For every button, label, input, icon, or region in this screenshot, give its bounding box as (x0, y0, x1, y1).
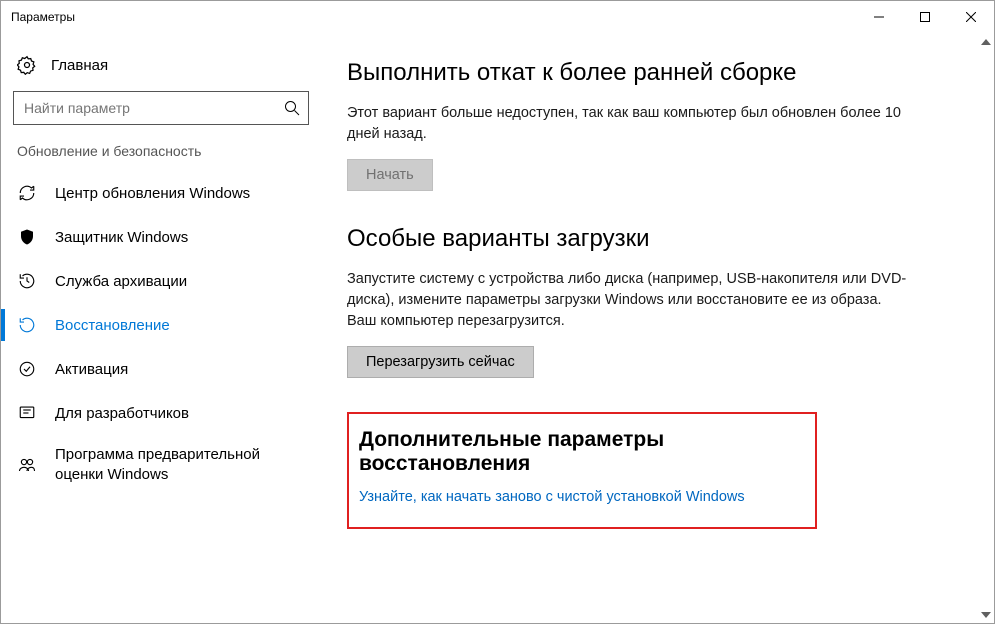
fresh-start-link[interactable]: Узнайте, как начать заново с чистой уста… (359, 489, 745, 505)
update-icon (17, 183, 37, 203)
section-rollback: Выполнить откат к более ранней сборке Эт… (347, 59, 907, 191)
nav-activation[interactable]: Активация (1, 347, 321, 391)
scroll-up-arrow-icon[interactable] (977, 33, 994, 50)
maximize-icon (920, 12, 930, 22)
activation-icon (17, 359, 37, 379)
content-area: Главная Обновление и безопасность Центр … (1, 33, 994, 623)
section-heading: Дополнительные параметры восстановления (359, 428, 805, 476)
nav-label: Защитник Windows (55, 229, 188, 246)
scroll-track[interactable] (977, 50, 994, 606)
sidebar: Главная Обновление и безопасность Центр … (1, 33, 321, 623)
nav-label: Программа предварительной оценки Windows (55, 445, 309, 484)
minimize-button[interactable] (856, 1, 902, 33)
nav-label: Восстановление (55, 317, 170, 334)
backup-icon (17, 271, 37, 291)
nav-group-header: Обновление и безопасность (1, 143, 321, 171)
nav-developers[interactable]: Для разработчиков (1, 391, 321, 435)
section-advanced-startup: Особые варианты загрузки Запустите систе… (347, 225, 907, 378)
insider-icon (17, 455, 37, 475)
search-icon (282, 98, 302, 118)
search-input[interactable] (24, 100, 282, 116)
start-rollback-button: Начать (347, 159, 433, 191)
nav-label: Для разработчиков (55, 405, 189, 422)
nav-backup[interactable]: Служба архивации (1, 259, 321, 303)
nav-windows-update[interactable]: Центр обновления Windows (1, 171, 321, 215)
maximize-button[interactable] (902, 1, 948, 33)
section-more-recovery: Дополнительные параметры восстановления … (347, 412, 817, 529)
recovery-icon (17, 315, 37, 335)
nav-defender[interactable]: Защитник Windows (1, 215, 321, 259)
gear-icon (17, 55, 37, 75)
section-heading: Особые варианты загрузки (347, 225, 907, 253)
search-box[interactable] (13, 91, 309, 125)
close-icon (966, 12, 976, 22)
section-body: Запустите систему с устройства либо диск… (347, 269, 907, 332)
nav-label: Служба архивации (55, 273, 187, 290)
section-heading: Выполнить откат к более ранней сборке (347, 59, 907, 87)
shield-icon (17, 227, 37, 247)
home-label: Главная (51, 57, 108, 74)
restart-now-button[interactable]: Перезагрузить сейчас (347, 346, 534, 378)
title-bar[interactable]: Параметры (1, 1, 994, 33)
nav-label: Центр обновления Windows (55, 185, 250, 202)
nav-recovery[interactable]: Восстановление (1, 303, 321, 347)
close-button[interactable] (948, 1, 994, 33)
main-panel: Выполнить откат к более ранней сборке Эт… (321, 33, 994, 623)
nav-label: Активация (55, 361, 128, 378)
nav-insider[interactable]: Программа предварительной оценки Windows (1, 435, 321, 494)
minimize-icon (874, 12, 884, 22)
developers-icon (17, 403, 37, 423)
section-body: Этот вариант больше недоступен, так как … (347, 103, 907, 145)
home-nav[interactable]: Главная (1, 55, 321, 91)
scroll-down-arrow-icon[interactable] (977, 606, 994, 623)
window-title: Параметры (11, 10, 75, 24)
settings-window: Параметры Главная Обн (0, 0, 995, 624)
scrollbar[interactable] (977, 33, 994, 623)
